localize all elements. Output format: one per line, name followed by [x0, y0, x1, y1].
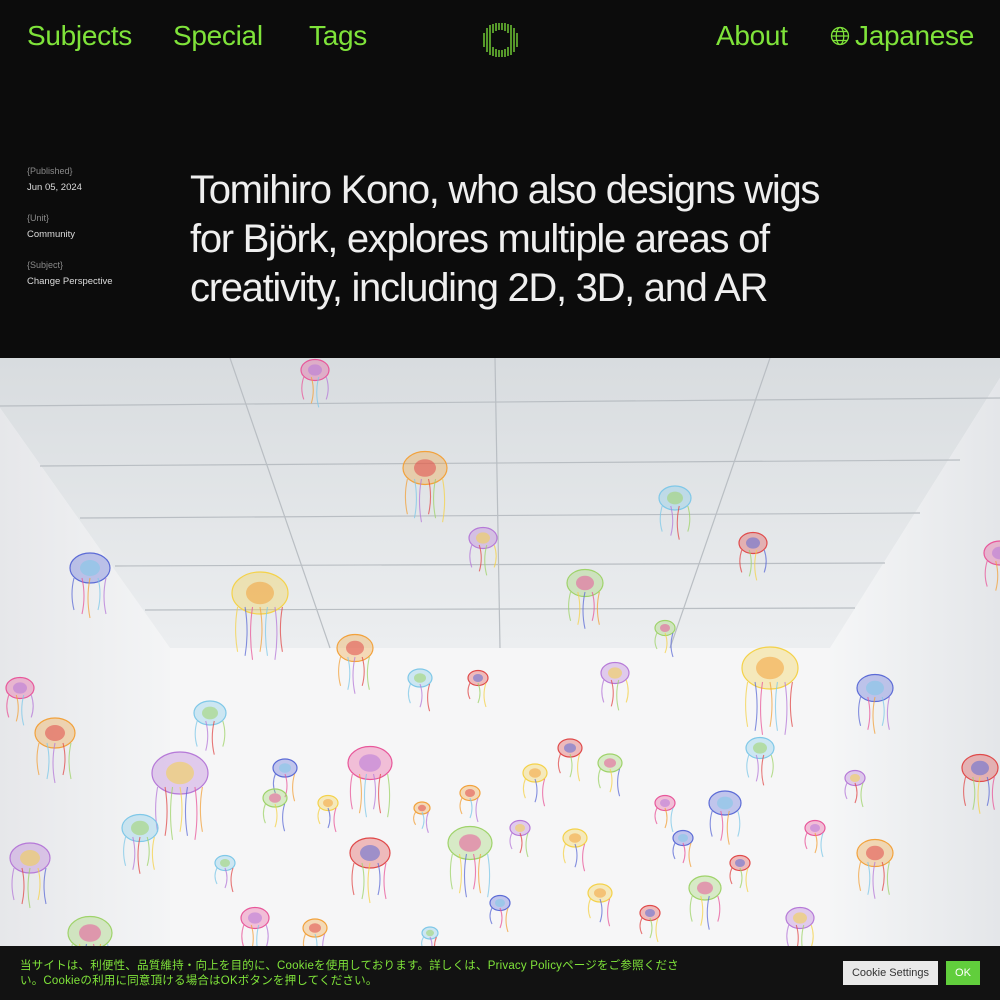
subject-value[interactable]: Change Perspective	[27, 274, 177, 290]
meta-unit: {Unit} Community	[27, 213, 177, 243]
globe-icon	[830, 26, 850, 46]
language-switch[interactable]: Japanese	[830, 20, 974, 52]
privacy-policy-link[interactable]: Privacy Policy	[488, 960, 562, 972]
cookie-ok-button[interactable]: OK	[946, 961, 980, 985]
meta-published: {Published} Jun 05, 2024	[27, 166, 177, 196]
language-label: Japanese	[855, 20, 975, 51]
unit-value[interactable]: Community	[27, 227, 177, 243]
subject-label: {Subject}	[27, 260, 64, 270]
cookie-text-before: 当サイトは、利便性、品質維持・向上を目的に、Cookieを使用しております。詳し…	[20, 960, 488, 972]
published-date: Jun 05, 2024	[27, 182, 82, 193]
article-title: Tomihiro Kono, who also designs wigs for…	[190, 168, 820, 310]
cookie-message: 当サイトは、利便性、品質維持・向上を目的に、Cookieを使用しております。詳し…	[20, 959, 700, 989]
jellyfish-installation-image	[0, 358, 1000, 1000]
meta-subject: {Subject} Change Perspective	[27, 260, 177, 290]
hero-image	[0, 358, 1000, 1000]
cookie-settings-button[interactable]: Cookie Settings	[843, 961, 938, 985]
article-meta: {Published} Jun 05, 2024 {Unit} Communit…	[27, 166, 177, 307]
nav-link-about[interactable]: About	[716, 20, 788, 52]
nav-link-special[interactable]: Special	[173, 20, 263, 52]
logo-icon	[483, 23, 518, 57]
nav-link-tags[interactable]: Tags	[309, 20, 367, 52]
site-logo[interactable]	[481, 21, 519, 59]
top-navigation: Subjects Special Tags About Japanese	[0, 0, 1000, 76]
nav-link-subjects[interactable]: Subjects	[27, 20, 132, 52]
unit-label: {Unit}	[27, 213, 50, 223]
published-label: {Published}	[27, 166, 73, 176]
